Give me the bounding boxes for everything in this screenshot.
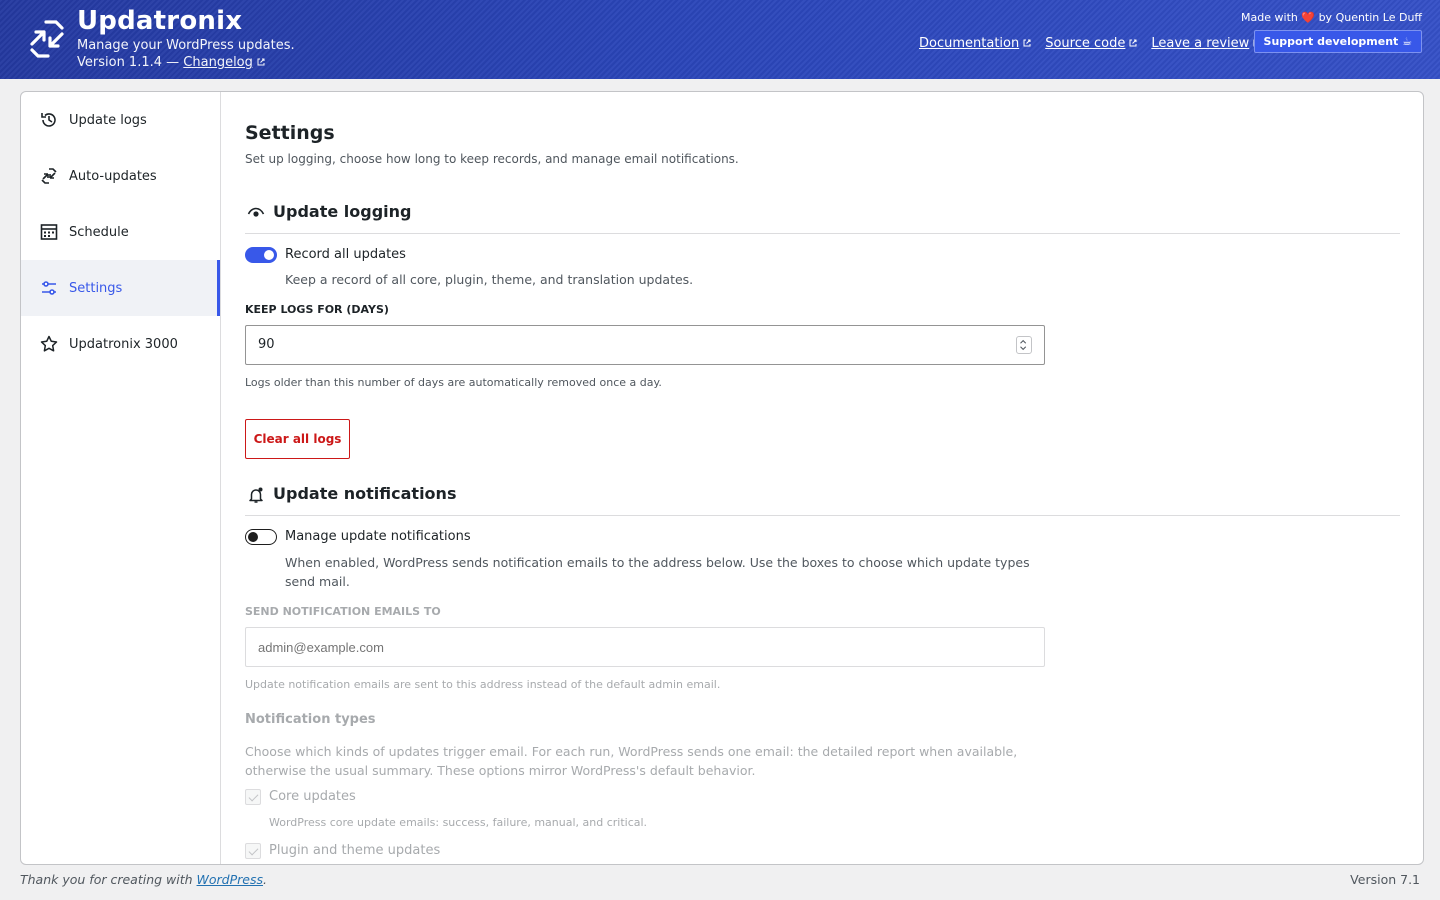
- support-development-button[interactable]: Support development ☕: [1253, 30, 1422, 53]
- wordpress-version: Version 7.1: [1350, 872, 1420, 887]
- clear-all-logs-button[interactable]: Clear all logs: [245, 419, 350, 459]
- notification-types-title: Notification types: [245, 712, 376, 727]
- external-link-icon: [257, 58, 265, 66]
- star-icon: [40, 335, 58, 352]
- page-title: Settings: [245, 122, 335, 144]
- page-description: Set up logging, choose how long to keep …: [245, 152, 739, 166]
- number-stepper[interactable]: [1016, 336, 1032, 354]
- manage-notifications-help: When enabled, WordPress sends notificati…: [285, 555, 1030, 589]
- app-tagline: Manage your WordPress updates.: [77, 38, 295, 53]
- heart-icon: ❤️: [1301, 11, 1316, 24]
- app-version: Version 1.1.4 — Changelog: [77, 55, 265, 70]
- notification-email-help: Update notification emails are sent to t…: [245, 678, 721, 691]
- documentation-link[interactable]: Documentation: [919, 36, 1031, 51]
- manage-notifications-label: Manage update notifications: [285, 529, 471, 544]
- sidebar-item-schedule[interactable]: Schedule: [21, 204, 220, 260]
- chevron-up-down-icon: [1020, 339, 1027, 351]
- record-updates-help: Keep a record of all core, plugin, theme…: [285, 272, 694, 287]
- bell-icon: [249, 487, 263, 503]
- section-update-logging: Update logging: [245, 202, 1400, 234]
- section-heading: Update logging: [273, 202, 412, 221]
- app-title: Updatronix: [77, 6, 243, 36]
- sidebar-nav: Update logs Auto-updates Schedule Settin…: [21, 92, 221, 864]
- updatronix-logo-icon: [30, 20, 64, 58]
- leave-review-link[interactable]: Leave a review: [1151, 36, 1261, 51]
- notification-types-description: Choose which kinds of updates trigger em…: [245, 744, 1018, 778]
- admin-footer-thanks: Thank you for creating with WordPress.: [20, 872, 267, 887]
- version-text: Version 1.1.4 —: [77, 55, 180, 70]
- sidebar-item-update-logs[interactable]: Update logs: [21, 92, 220, 148]
- made-with-credit: Made with ❤️ by Quentin Le Duff: [1241, 11, 1422, 24]
- core-updates-help: WordPress core update emails: success, f…: [269, 816, 648, 829]
- notification-email-input[interactable]: [245, 627, 1045, 667]
- plugin-theme-updates-label: Plugin and theme updates: [269, 843, 441, 858]
- section-update-notifications: Update notifications: [245, 484, 1400, 516]
- plugin-theme-updates-checkbox[interactable]: [245, 843, 261, 859]
- core-updates-checkbox[interactable]: [245, 789, 261, 805]
- changelog-link[interactable]: Changelog: [183, 55, 265, 70]
- calendar-icon: [40, 224, 58, 240]
- core-updates-label: Core updates: [269, 789, 356, 804]
- eye-icon: [247, 207, 265, 217]
- wordpress-link[interactable]: WordPress: [197, 872, 263, 887]
- history-icon: [41, 113, 56, 127]
- update-icon: [41, 168, 57, 184]
- record-updates-label: Record all updates: [285, 247, 406, 262]
- notification-email-label: Send notification emails to: [245, 605, 441, 618]
- keep-logs-help: Logs older than this number of days are …: [245, 376, 662, 389]
- manage-notifications-toggle[interactable]: [245, 529, 277, 545]
- header-links: Documentation Source code Leave a review: [919, 36, 1261, 51]
- sidebar-item-updatronix-3000[interactable]: Updatronix 3000: [21, 316, 220, 372]
- external-link-icon: [1023, 39, 1031, 47]
- external-link-icon: [1129, 39, 1137, 47]
- main-card: Update logs Auto-updates Schedule Settin…: [20, 91, 1424, 865]
- record-updates-toggle[interactable]: [245, 247, 277, 263]
- section-heading: Update notifications: [273, 484, 457, 503]
- source-code-link[interactable]: Source code: [1045, 36, 1137, 51]
- keep-logs-input[interactable]: 90: [245, 325, 1045, 365]
- settings-sliders-icon: [42, 281, 56, 295]
- plugin-header: Updatronix Manage your WordPress updates…: [0, 0, 1440, 79]
- settings-panel: Settings Set up logging, choose how long…: [245, 92, 1405, 864]
- keep-logs-label: Keep logs for (days): [245, 303, 389, 316]
- sidebar-item-settings[interactable]: Settings: [21, 260, 220, 316]
- sidebar-item-auto-updates[interactable]: Auto-updates: [21, 148, 220, 204]
